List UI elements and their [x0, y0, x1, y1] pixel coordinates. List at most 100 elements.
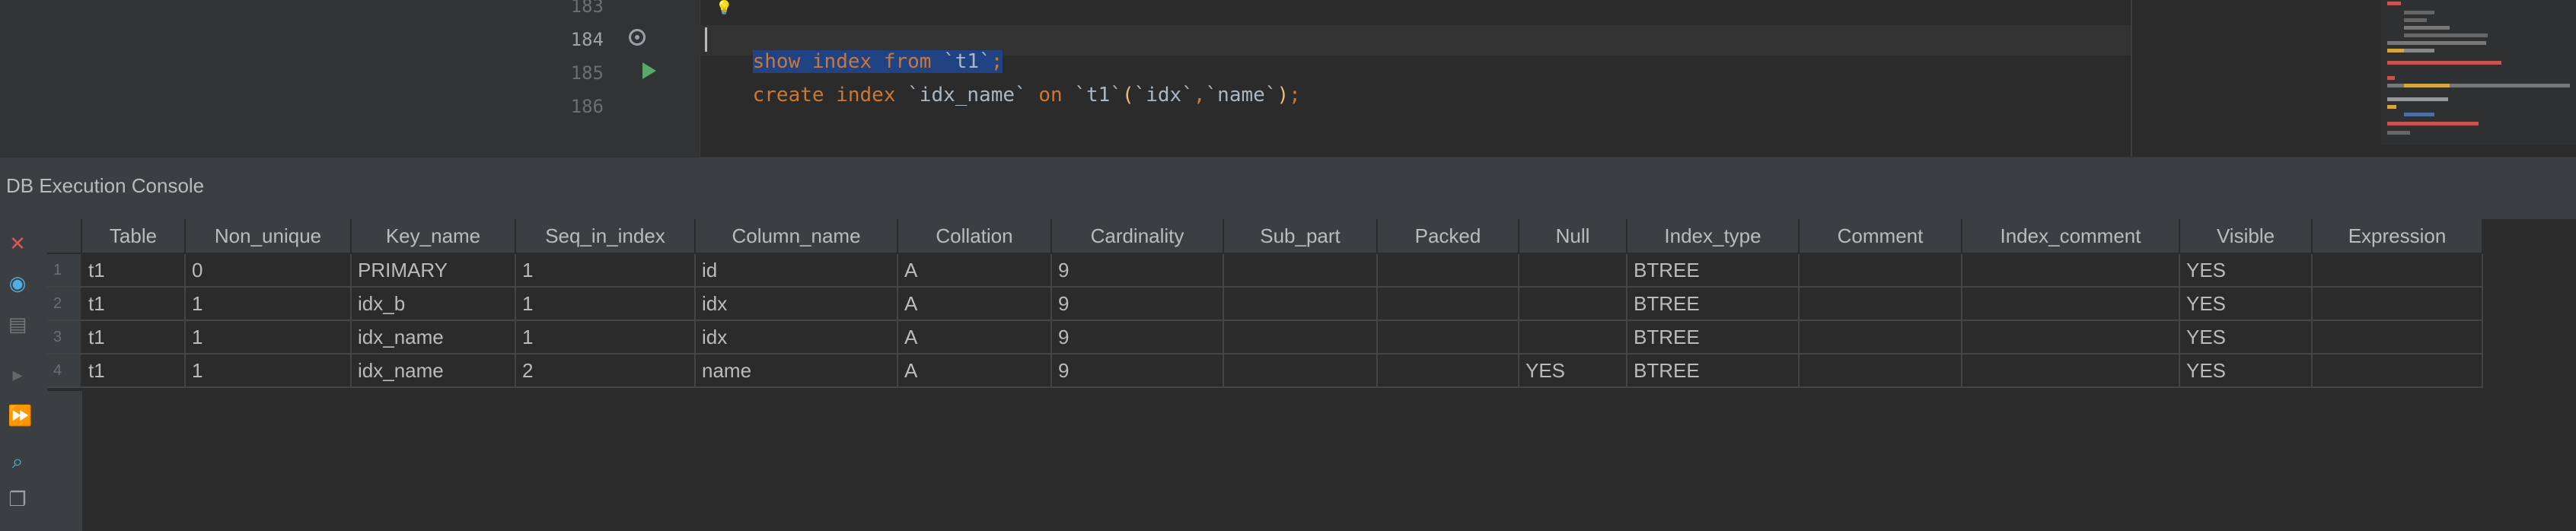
table-cell[interactable]: YES	[2179, 320, 2313, 355]
keyword: create	[752, 84, 824, 107]
table-cell[interactable]: A	[897, 354, 1052, 388]
table-cell[interactable]: idx	[695, 320, 898, 355]
table-row[interactable]: 2 t1 1 idx_b 1 idx A 9 BTREE YES	[47, 287, 2483, 321]
table-cell[interactable]	[1799, 354, 1962, 388]
close-icon[interactable]: ✕	[8, 234, 27, 254]
table-cell[interactable]: name	[695, 354, 898, 388]
table-cell[interactable]	[1377, 253, 1519, 288]
results-table[interactable]: Table Non_unique Key_name Seq_in_index C…	[47, 219, 2483, 388]
table-cell[interactable]	[1223, 287, 1378, 321]
table-cell[interactable]: 9	[1051, 354, 1224, 388]
table-cell[interactable]: t1	[81, 253, 186, 288]
table-cell[interactable]: idx_name	[351, 354, 516, 388]
code-line-185[interactable]: create index `idx_name` on `t1`(`idx`,`n…	[705, 61, 1301, 129]
minimap[interactable]	[2381, 0, 2576, 145]
column-header[interactable]: Sub_part	[1223, 219, 1378, 254]
identifier: `name`	[1205, 84, 1277, 107]
table-cell[interactable]	[1223, 253, 1378, 288]
column-header[interactable]: Non_unique	[185, 219, 352, 254]
line-number: 185	[570, 62, 604, 84]
column-header[interactable]: Comment	[1799, 219, 1962, 254]
table-cell[interactable]	[1962, 253, 2180, 288]
table-cell[interactable]: BTREE	[1627, 287, 1800, 321]
column-header[interactable]: Column_name	[695, 219, 898, 254]
search-icon[interactable]: ⌕	[8, 452, 27, 472]
table-cell[interactable]: 1	[515, 287, 696, 321]
table-cell[interactable]	[2312, 287, 2483, 321]
lightbulb-icon[interactable]: 💡	[716, 0, 732, 16]
table-cell[interactable]	[1377, 287, 1519, 321]
table-cell[interactable]: 1	[515, 320, 696, 355]
run-all-icon[interactable]: ⏩	[8, 406, 32, 426]
table-cell[interactable]: t1	[81, 354, 186, 388]
table-cell[interactable]: idx	[695, 287, 898, 321]
table-cell[interactable]: A	[897, 287, 1052, 321]
column-header[interactable]: Expression	[2312, 219, 2483, 254]
column-header[interactable]: Cardinality	[1051, 219, 1224, 254]
table-cell[interactable]: YES	[2179, 354, 2313, 388]
column-header[interactable]: Seq_in_index	[515, 219, 696, 254]
column-header[interactable]: Index_comment	[1962, 219, 2180, 254]
table-cell[interactable]: PRIMARY	[351, 253, 516, 288]
table-cell[interactable]: 1	[185, 287, 352, 321]
table-cell[interactable]: idx_name	[351, 320, 516, 355]
table-cell[interactable]: 1	[185, 354, 352, 388]
column-header[interactable]: Collation	[897, 219, 1052, 254]
table-cell[interactable]: YES	[2179, 287, 2313, 321]
table-cell[interactable]: 1	[515, 253, 696, 288]
table-cell[interactable]	[1223, 320, 1378, 355]
table-cell[interactable]: BTREE	[1627, 320, 1800, 355]
step-icon[interactable]: ▸	[8, 365, 27, 385]
table-cell[interactable]: idx_b	[351, 287, 516, 321]
semicolon: ;	[1289, 84, 1301, 107]
table-cell[interactable]	[1519, 287, 1628, 321]
column-header[interactable]: Null	[1519, 219, 1628, 254]
table-row[interactable]: 1 t1 0 PRIMARY 1 id A 9 BTREE YES	[47, 253, 2483, 288]
table-cell[interactable]	[1377, 320, 1519, 355]
console-header: DB Execution Console	[0, 157, 2576, 220]
table-cell[interactable]	[1962, 320, 2180, 355]
table-cell[interactable]: 9	[1051, 253, 1224, 288]
table-cell[interactable]: BTREE	[1627, 354, 1800, 388]
table-cell[interactable]: id	[695, 253, 898, 288]
table-cell[interactable]: A	[897, 253, 1052, 288]
column-header[interactable]: Packed	[1377, 219, 1519, 254]
table-cell[interactable]	[2312, 354, 2483, 388]
table-cell[interactable]: 0	[185, 253, 352, 288]
table-cell[interactable]	[1799, 320, 1962, 355]
table-cell[interactable]: YES	[2179, 253, 2313, 288]
table-cell[interactable]	[1377, 354, 1519, 388]
copy-icon[interactable]: ❐	[8, 490, 27, 510]
table-cell[interactable]	[1223, 354, 1378, 388]
table-cell[interactable]: t1	[81, 287, 186, 321]
table-cell[interactable]	[1962, 354, 2180, 388]
column-header[interactable]: Visible	[2179, 219, 2313, 254]
column-header[interactable]: Table	[81, 219, 186, 254]
table-cell[interactable]: 2	[515, 354, 696, 388]
settings-icon[interactable]	[629, 29, 646, 46]
table-cell[interactable]: t1	[81, 320, 186, 355]
table-cell[interactable]: BTREE	[1627, 253, 1800, 288]
run-icon[interactable]	[642, 62, 656, 79]
table-cell[interactable]	[1962, 287, 2180, 321]
table-cell[interactable]	[2312, 253, 2483, 288]
table-cell[interactable]: 9	[1051, 287, 1224, 321]
console-title: DB Execution Console	[6, 174, 205, 197]
layout-icon[interactable]: ▤	[8, 315, 27, 335]
table-cell[interactable]: A	[897, 320, 1052, 355]
table-cell[interactable]	[1519, 320, 1628, 355]
table-row[interactable]: 4 t1 1 idx_name 2 name A 9 YES BTREE YES	[47, 354, 2483, 388]
console-toolbar: ✕ ◉ ▤ ▸ ⏩ ⌕ ❐	[0, 219, 48, 531]
column-header[interactable]: Index_type	[1627, 219, 1800, 254]
table-cell[interactable]	[2312, 320, 2483, 355]
table-cell[interactable]	[1799, 253, 1962, 288]
table-cell[interactable]: 9	[1051, 320, 1224, 355]
table-row[interactable]: 3 t1 1 idx_name 1 idx A 9 BTREE YES	[47, 320, 2483, 355]
code-editor[interactable]: 183 184 185 186 💡 show index from `t1`; …	[0, 0, 2576, 157]
table-cell[interactable]	[1799, 287, 1962, 321]
table-cell[interactable]: 1	[185, 320, 352, 355]
eye-icon[interactable]: ◉	[8, 274, 27, 294]
column-header[interactable]: Key_name	[351, 219, 516, 254]
table-cell[interactable]: YES	[1519, 354, 1628, 388]
table-cell[interactable]	[1519, 253, 1628, 288]
